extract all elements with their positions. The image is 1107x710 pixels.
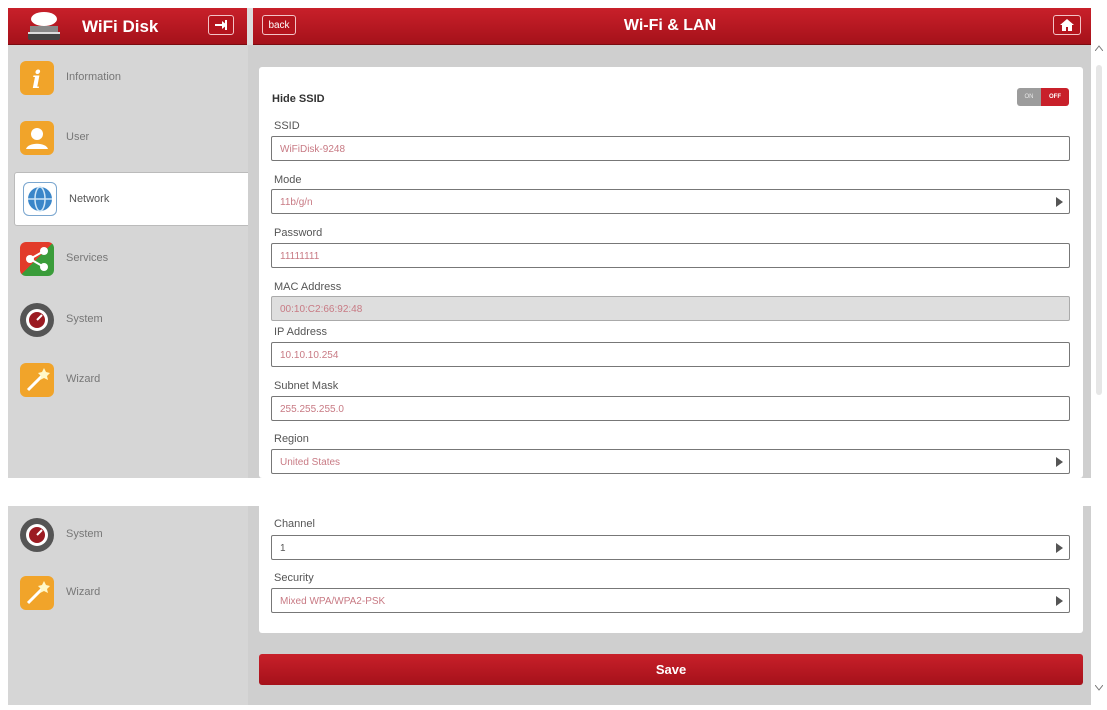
home-button[interactable] bbox=[1053, 15, 1081, 35]
mode-select[interactable]: 11b/g/n bbox=[271, 189, 1070, 214]
password-label: Password bbox=[274, 227, 323, 239]
sidebar-item-label: Information bbox=[66, 71, 122, 83]
sidebar-item-wizard[interactable]: Wizard bbox=[20, 353, 256, 407]
sidebar-item-system[interactable]: System bbox=[20, 293, 256, 347]
network-globe-icon bbox=[23, 182, 57, 216]
subnet-mask-label: Subnet Mask bbox=[274, 380, 339, 392]
security-value: Mixed WPA/WPA2-PSK bbox=[280, 596, 386, 607]
sidebar-item-services[interactable]: Services bbox=[20, 232, 256, 286]
ssid-label: SSID bbox=[274, 120, 300, 132]
security-label: Security bbox=[274, 572, 314, 584]
back-button[interactable]: back bbox=[262, 15, 296, 35]
subnet-mask-input[interactable]: 255.255.255.0 bbox=[271, 396, 1070, 421]
sidebar-lower: System Wizard bbox=[8, 506, 248, 705]
sidebar-item-label: Wizard bbox=[66, 373, 101, 385]
sidebar-item-network[interactable]: Network bbox=[14, 172, 256, 226]
region-value: United States bbox=[280, 457, 341, 468]
svg-text:i: i bbox=[32, 65, 41, 94]
channel-label: Channel bbox=[274, 518, 315, 530]
channel-value: 1 bbox=[280, 543, 286, 554]
wifi-disk-logo-icon bbox=[20, 9, 68, 43]
scrollbar-thumb[interactable] bbox=[1096, 65, 1102, 395]
ip-address-input[interactable]: 10.10.10.254 bbox=[271, 342, 1070, 367]
header-divider bbox=[247, 8, 253, 45]
sidebar-item-label: User bbox=[66, 131, 90, 143]
user-icon bbox=[20, 121, 54, 155]
toggle-off-label: OFF bbox=[1041, 88, 1069, 106]
dropdown-arrow-icon bbox=[1056, 457, 1063, 467]
sidebar-item-user[interactable]: User bbox=[20, 111, 256, 165]
region-label: Region bbox=[274, 433, 309, 445]
sidebar-item-information[interactable]: i Information bbox=[20, 51, 256, 105]
sidebar-item-system[interactable]: System bbox=[20, 508, 256, 562]
mac-address-field: 00:10:C2:66:92:48 bbox=[271, 296, 1070, 321]
home-icon bbox=[1060, 19, 1074, 31]
sidebar-item-label: System bbox=[66, 528, 103, 540]
logout-icon bbox=[215, 20, 227, 30]
sidebar: i Information User Network Services Syst… bbox=[8, 45, 256, 478]
services-share-icon bbox=[20, 242, 54, 276]
page-title: Wi-Fi & LAN bbox=[623, 17, 717, 34]
wizard-wand-icon bbox=[20, 576, 54, 610]
wizard-wand-icon bbox=[20, 363, 54, 397]
mac-address-label: MAC Address bbox=[274, 281, 342, 293]
security-select[interactable]: Mixed WPA/WPA2-PSK bbox=[271, 588, 1070, 613]
hide-ssid-toggle[interactable]: ON OFF bbox=[1017, 88, 1069, 106]
system-gauge-icon bbox=[20, 303, 54, 337]
dropdown-arrow-icon bbox=[1056, 596, 1063, 606]
toggle-on-label: ON bbox=[1017, 88, 1041, 106]
scroll-down-icon[interactable] bbox=[1095, 685, 1103, 691]
sidebar-item-wizard[interactable]: Wizard bbox=[20, 566, 256, 620]
sidebar-item-label: Services bbox=[66, 252, 109, 264]
screenshot-gap bbox=[0, 478, 1107, 506]
logout-button[interactable] bbox=[208, 15, 234, 35]
settings-panel-lower bbox=[259, 506, 1083, 633]
mode-value: 11b/g/n bbox=[280, 197, 313, 208]
sidebar-item-label: Wizard bbox=[66, 586, 101, 598]
hide-ssid-label: Hide SSID bbox=[272, 93, 325, 105]
sidebar-item-label: System bbox=[66, 313, 103, 325]
dropdown-arrow-icon bbox=[1056, 197, 1063, 207]
mode-label: Mode bbox=[274, 174, 302, 186]
dropdown-arrow-icon bbox=[1056, 543, 1063, 553]
region-select[interactable]: United States bbox=[271, 449, 1070, 474]
channel-select[interactable]: 1 bbox=[271, 535, 1070, 560]
system-gauge-icon bbox=[20, 518, 54, 552]
password-input[interactable]: 11111111 bbox=[271, 243, 1070, 268]
ip-address-label: IP Address bbox=[274, 326, 327, 338]
app-title: WiFi Disk bbox=[82, 17, 159, 36]
ssid-input[interactable]: WiFiDisk-9248 bbox=[271, 136, 1070, 161]
sidebar-item-label: Network bbox=[69, 193, 110, 205]
scrollbar[interactable] bbox=[1093, 45, 1105, 705]
information-icon: i bbox=[20, 61, 54, 95]
save-button[interactable]: Save bbox=[259, 654, 1083, 685]
scroll-up-icon[interactable] bbox=[1095, 45, 1103, 51]
